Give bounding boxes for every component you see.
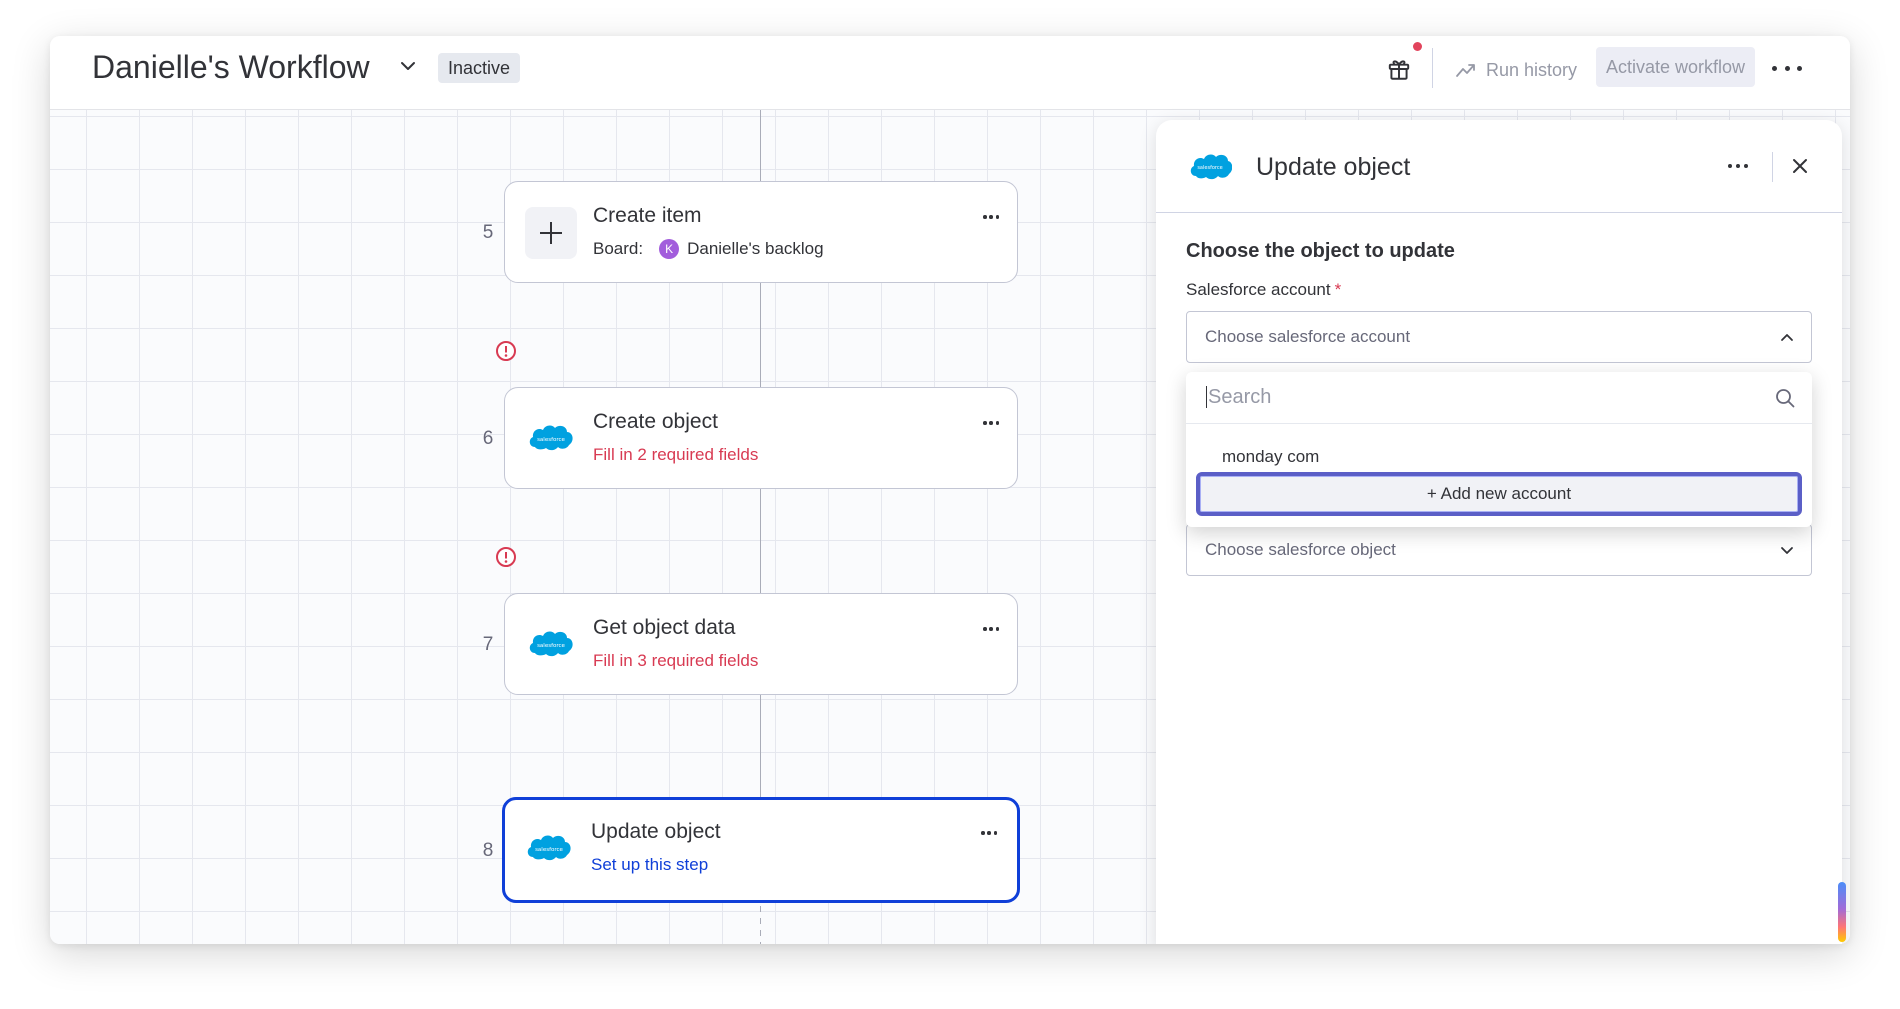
step-status: Fill in 3 required fields — [593, 651, 759, 670]
activate-workflow-button[interactable]: Activate workflow — [1596, 47, 1756, 87]
search-input[interactable]: Search — [1186, 372, 1812, 424]
notification-dot — [1413, 42, 1422, 51]
scrollbar[interactable] — [1838, 882, 1846, 942]
gift-icon[interactable] — [1386, 56, 1412, 82]
step-more-icon[interactable] — [983, 420, 999, 426]
step-title: Create item — [593, 204, 702, 227]
step-status: Fill in 2 required fields — [593, 445, 759, 464]
svg-text:salesforce: salesforce — [1197, 165, 1222, 171]
add-new-account-button[interactable]: + Add new account — [1196, 472, 1802, 516]
section-title: Choose the object to update — [1186, 240, 1455, 262]
close-icon[interactable] — [1790, 156, 1810, 176]
panel-more-icon[interactable] — [1728, 163, 1748, 169]
step-number: 6 — [482, 428, 494, 449]
step-title: Update object — [591, 820, 721, 843]
run-history-label: Run history — [1486, 59, 1578, 80]
warning-icon — [496, 341, 516, 361]
step-more-icon[interactable] — [983, 626, 999, 632]
select-placeholder: Choose salesforce account — [1205, 327, 1411, 346]
chevron-down-icon — [1781, 547, 1793, 554]
run-history-button[interactable]: Run history — [1455, 52, 1577, 88]
step-card-create-item[interactable]: Create item Board: K Danielle's backlog — [504, 181, 1018, 283]
workflow-title[interactable]: Danielle's Workflow — [92, 49, 370, 86]
step-card-get-object-data[interactable]: salesforce Get object data Fill in 3 req… — [504, 593, 1018, 695]
board-label: Board: — [593, 239, 644, 258]
avatar: K — [659, 239, 680, 259]
panel-title: Update object — [1256, 153, 1411, 181]
salesforce-object-select[interactable]: Choose salesforce object — [1186, 524, 1812, 576]
more-options-icon[interactable] — [1772, 56, 1802, 80]
svg-text:salesforce: salesforce — [535, 847, 563, 853]
search-placeholder: Search — [1206, 386, 1272, 408]
status-badge: Inactive — [438, 53, 521, 83]
plus-icon — [525, 207, 577, 259]
step-number: 5 — [482, 222, 494, 243]
step-board-info: Board: K Danielle's backlog — [593, 239, 824, 259]
svg-text:salesforce: salesforce — [537, 643, 565, 649]
required-mark: * — [1334, 280, 1342, 299]
step-number: 8 — [482, 840, 494, 861]
step-more-icon[interactable] — [983, 214, 999, 220]
salesforce-icon: salesforce — [527, 835, 571, 861]
panel-header: salesforce Update object — [1156, 120, 1842, 213]
salesforce-icon: salesforce — [529, 425, 573, 451]
salesforce-icon: salesforce — [529, 631, 573, 657]
step-card-update-object[interactable]: salesforce Update object Set up this ste… — [502, 797, 1020, 903]
salesforce-logo-icon: salesforce — [1190, 154, 1232, 180]
search-icon — [1776, 389, 1795, 408]
trend-icon — [1456, 64, 1475, 77]
step-title: Get object data — [593, 616, 736, 639]
account-dropdown-menu: Search monday com + Add new account — [1186, 372, 1812, 527]
dropdown-option[interactable]: monday com — [1222, 447, 1319, 467]
select-placeholder: Choose salesforce object — [1205, 540, 1396, 559]
step-card-create-object[interactable]: salesforce Create object Fill in 2 requi… — [504, 387, 1018, 489]
svg-text:salesforce: salesforce — [537, 437, 565, 443]
salesforce-account-select[interactable]: Choose salesforce account — [1186, 311, 1812, 363]
step-settings-panel: salesforce Update object Choose the obje… — [1156, 120, 1842, 944]
board-name[interactable]: Danielle's backlog — [687, 239, 824, 259]
workflow-header: Danielle's Workflow Inactive Run history… — [50, 36, 1850, 110]
chevron-down-icon[interactable] — [398, 56, 418, 76]
warning-icon — [496, 547, 516, 567]
step-title: Create object — [593, 410, 718, 433]
header-divider — [1432, 48, 1433, 88]
step-more-icon[interactable] — [981, 830, 997, 836]
chevron-up-icon — [1781, 334, 1793, 341]
panel-header-divider — [1772, 152, 1773, 182]
step-number: 7 — [482, 634, 494, 655]
step-setup-link[interactable]: Set up this step — [591, 855, 708, 875]
salesforce-account-label: Salesforce account * — [1186, 280, 1342, 299]
workflow-window: Danielle's Workflow Inactive Run history… — [50, 36, 1850, 944]
